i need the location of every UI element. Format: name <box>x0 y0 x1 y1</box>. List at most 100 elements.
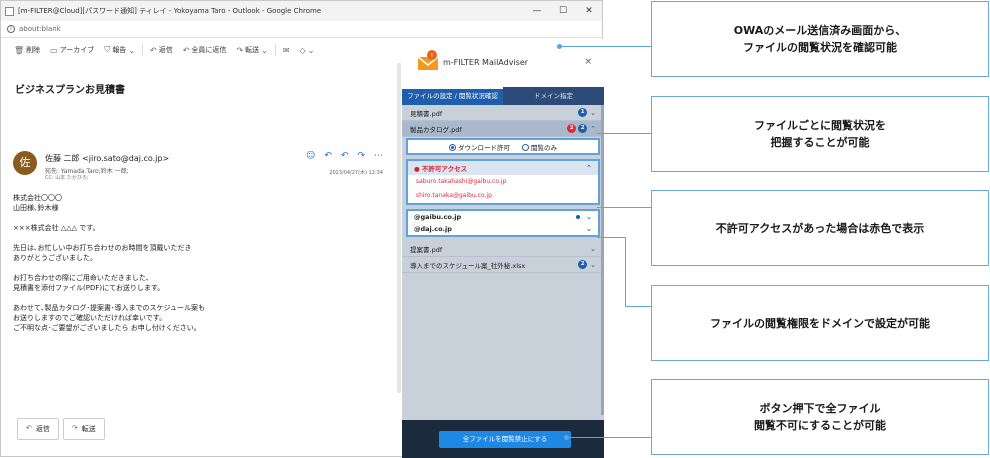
file-row[interactable]: 導入までのスケジュール案_社外秘.xlsx 2 ⌄ <box>402 257 604 273</box>
reply-all-icon: ↶ <box>182 45 190 55</box>
toolbar-divider <box>142 44 144 56</box>
panel-scrollbar[interactable] <box>601 105 604 415</box>
domain-row[interactable]: @daj.co.jp ⌄ <box>408 223 598 235</box>
forward-toolbar-button[interactable]: ↷ 転送 ⌄ <box>233 45 270 55</box>
forward-icon[interactable]: ↷ <box>357 151 365 161</box>
mail-scrollbar[interactable] <box>397 63 401 393</box>
mail-date: 2023/04/27(木) 12:34 <box>329 170 383 176</box>
maximize-button[interactable]: ☐ <box>550 6 576 16</box>
archive-button[interactable]: ▭ アーカイブ <box>47 45 97 55</box>
page-favicon-icon <box>5 6 14 16</box>
block-all-files-button[interactable]: 全ファイルを閲覧禁止にする <box>439 431 571 448</box>
radio-unchecked-icon <box>522 144 529 151</box>
callout-box: ボタン押下で全ファイル 閲覧不可にすることが可能 <box>651 379 989 455</box>
file-row-expanded[interactable]: 製品カタログ.pdf 2 2 ⌃ <box>402 121 604 137</box>
forward-icon: ↷ <box>236 45 244 55</box>
radio-view-only[interactable]: 閲覧のみ <box>522 142 557 152</box>
delete-button[interactable]: 🗑 削除 <box>11 45 43 55</box>
callout-connector <box>597 207 651 208</box>
body-paragraph: 先日は､お忙しい中お打ち合わせのお時間を頂戴いただき ありがとうございました。 <box>13 244 192 262</box>
info-icon: i <box>7 25 15 33</box>
avatar[interactable]: 佐 <box>13 151 37 175</box>
denied-address: shiro.tanaka@gaibu.co.jp <box>416 192 492 199</box>
chevron-up-icon[interactable]: ⌃ <box>590 125 596 133</box>
panel-footer: 全ファイルを閲覧禁止にする <box>402 420 604 458</box>
file-row[interactable]: 見積書.pdf 1 ⌄ <box>402 105 604 121</box>
svg-text:!: ! <box>431 53 433 60</box>
callout-connector <box>625 237 626 306</box>
tab-file-settings[interactable]: ファイルの設定 / 閲覧状況確認 <box>402 87 503 105</box>
reply-button[interactable]: ↶ 返信 <box>17 418 59 440</box>
chevron-down-icon[interactable]: ⌄ <box>586 213 592 221</box>
chevron-down-icon: ⌄ <box>261 45 268 55</box>
toolbar-divider <box>274 44 276 56</box>
browser-window: [m-FILTER@Cloud][パスワード通知] ティレイ - Yokoyam… <box>0 0 604 458</box>
address-bar[interactable]: i about:blank <box>1 21 602 38</box>
denied-access-section: ● 不許可アクセス ⌃ saburo.takahashi@gaibu.co.jp… <box>406 159 600 205</box>
body-paragraph: ×××株式会社 △△△ です。 <box>13 224 100 232</box>
callout-connector <box>561 46 651 47</box>
read-toggle-button[interactable]: ✉ <box>280 46 293 55</box>
title-bar: [m-FILTER@Cloud][パスワード通知] ティレイ - Yokoyam… <box>1 1 602 21</box>
tab-domain[interactable]: ドメイン指定 <box>503 87 604 105</box>
denied-access-header[interactable]: ● 不許可アクセス ⌃ <box>408 161 598 175</box>
tag-button[interactable]: ◇ ⌄ <box>297 46 318 55</box>
file-name: 導入までのスケジュール案_社外秘.xlsx <box>410 261 526 270</box>
callout-connector <box>597 237 625 238</box>
mailadviser-panel: ! m-FILTER MailAdviser × ファイルの設定 / 閲覧状況確… <box>402 39 604 458</box>
file-name: 見積書.pdf <box>410 109 443 118</box>
panel-tabs: ファイルの設定 / 閲覧状況確認 ドメイン指定 <box>402 87 604 105</box>
mail-body: 株式会社〇〇〇 山田様､鈴木様 ×××株式会社 △△△ です。 先日は､お忙しい… <box>13 193 383 343</box>
reply-toolbar-button[interactable]: ↶ 返信 <box>147 45 176 55</box>
chevron-down-icon: ⌄ <box>128 45 136 55</box>
reply-all-toolbar-button[interactable]: ↶ 全員に返信 <box>180 45 230 55</box>
sender-name[interactable]: 佐藤 二郎 <jiro.sato@daj.co.jp> <box>45 153 169 164</box>
sender-actions: ☺ ↶ ↶ ↷ ⋯ <box>306 151 383 161</box>
chevron-down-icon[interactable]: ⌄ <box>590 245 596 253</box>
denied-count-badge: 2 <box>567 124 577 133</box>
forward-button[interactable]: ↷ 転送 <box>62 418 105 440</box>
radio-download-allow[interactable]: ダウンロード許可 <box>449 142 510 152</box>
mail-subject: ビジネスプランお見積書 <box>15 85 125 96</box>
reply-icon: ↶ <box>26 424 32 432</box>
reply-buttons: ↶ 返信 ↷ 転送 <box>17 418 105 440</box>
panel-close-button[interactable]: × <box>584 57 592 67</box>
emoji-icon[interactable]: ☺ <box>306 151 315 161</box>
chevron-down-icon[interactable]: ⌄ <box>590 261 596 269</box>
recipients-cc: CC: 山本 たかひろ; <box>45 175 89 181</box>
minimize-button[interactable]: — <box>524 6 550 16</box>
chevron-down-icon[interactable]: ⌄ <box>590 109 596 117</box>
body-paragraph: あわせて､製品カタログ･提案書･導入までのスケジュール案も お送りしますのでご確… <box>13 304 206 332</box>
forward-icon: ↷ <box>71 424 78 432</box>
callout-connector <box>597 133 651 134</box>
panel-title: m-FILTER MailAdviser <box>443 58 529 67</box>
file-row[interactable]: 提案書.pdf ⌄ <box>402 241 604 257</box>
trash-icon: 🗑 <box>14 45 25 55</box>
window-title: [m-FILTER@Cloud][パスワード通知] ティレイ - Yokoyam… <box>18 7 322 15</box>
mfilter-logo-icon: ! <box>417 50 439 70</box>
mail-toolbar: 🗑 削除 ▭ アーカイブ ⛉ 報告 ⌄ ↶ 返信 ↶ 全員に返信 ↷ 転送 ⌄ ✉ ◇ ⌄ <box>1 39 391 61</box>
envelope-icon: ✉ <box>282 45 290 55</box>
status-dot-icon <box>576 215 581 219</box>
address-text: about:blank <box>19 25 61 33</box>
callout-box: ファイルの閲覧権限をドメインで設定が可能 <box>651 285 989 361</box>
chevron-up-icon[interactable]: ⌃ <box>586 164 592 172</box>
reply-icon[interactable]: ↶ <box>324 151 332 161</box>
file-name: 製品カタログ.pdf <box>410 125 462 134</box>
close-window-button[interactable]: ✕ <box>576 6 602 16</box>
shield-icon: ⛉ <box>104 45 111 54</box>
domain-row[interactable]: @gaibu.co.jp ⌄ <box>408 211 598 223</box>
view-count-badge: 1 <box>578 108 588 117</box>
chevron-down-icon[interactable]: ⌄ <box>586 225 592 233</box>
more-icon[interactable]: ⋯ <box>374 151 383 161</box>
view-count-badge: 2 <box>578 124 588 133</box>
radio-checked-icon <box>449 144 456 151</box>
view-count-badge: 2 <box>578 260 588 269</box>
reply-all-icon[interactable]: ↶ <box>341 151 349 161</box>
tag-icon: ◇ <box>299 45 306 55</box>
domain-list: @gaibu.co.jp ⌄ @daj.co.jp ⌄ <box>406 209 600 237</box>
body-paragraph: 株式会社〇〇〇 山田様､鈴木様 <box>13 194 62 212</box>
callout-box: OWAのメール送信済み画面から、 ファイルの閲覧状況を確認可能 <box>651 1 989 77</box>
report-button[interactable]: ⛉ 報告 ⌄ <box>101 45 138 55</box>
denied-address: saburo.takahashi@gaibu.co.jp <box>416 178 507 185</box>
